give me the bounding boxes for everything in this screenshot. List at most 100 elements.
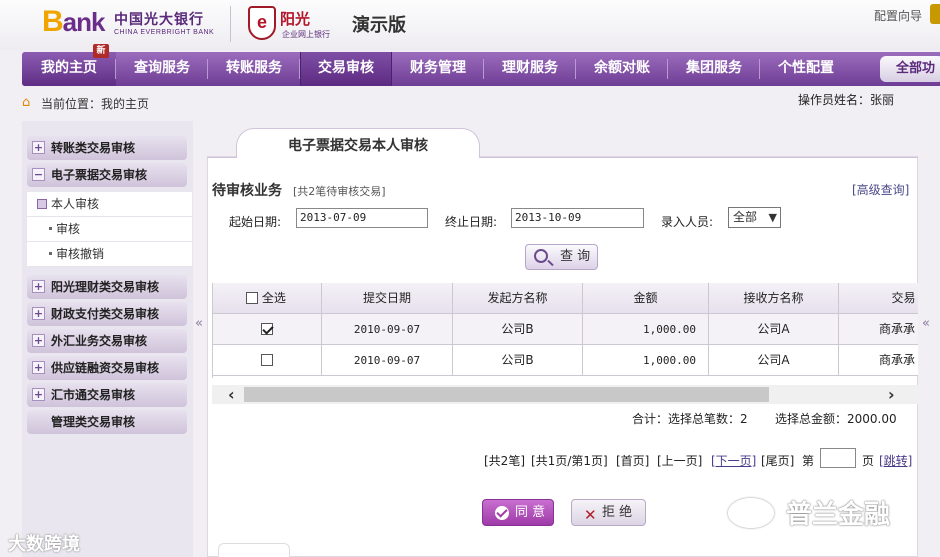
watermark-left: 大数跨境 [8, 534, 80, 555]
nav-item-query[interactable]: 查询服务 [116, 52, 208, 86]
pending-count: [共2笔待审核交易] [293, 185, 386, 198]
sidebar-group-transfer-audit[interactable]: + 转账类交易审核 [27, 136, 187, 160]
sidebar-item-self-audit[interactable]: 本人审核 [27, 192, 192, 217]
start-date-label: 起始日期: [229, 215, 282, 229]
check-circle-icon [495, 506, 509, 520]
expand-icon[interactable]: + [32, 307, 45, 320]
query-button[interactable]: 查 询 [525, 244, 598, 270]
table-row[interactable]: 2010-09-07 公司B 1,000.00 公司A 商承承 [213, 314, 918, 345]
close-icon: ✕ [584, 506, 597, 524]
collapse-icon[interactable]: − [32, 168, 45, 181]
cell-receiver: 公司A [709, 345, 839, 376]
col-receiver: 接收方名称 [709, 283, 839, 314]
sidebar-group-fx-market-audit[interactable]: + 汇市通交易审核 [27, 383, 187, 407]
expand-icon[interactable]: + [32, 280, 45, 293]
cell-amount: 1,000.00 [583, 345, 709, 376]
pager-next[interactable]: [下一页] [711, 452, 756, 469]
operator-name: 操作员姓名：张丽 [798, 93, 895, 107]
watermark-right: 普兰金融 [786, 500, 891, 530]
page-number-input[interactable] [820, 448, 856, 468]
expand-icon[interactable]: + [32, 361, 45, 374]
partner-name: 阳光 [280, 10, 311, 28]
scroll-left-icon[interactable]: ‹ [228, 385, 235, 404]
row-checkbox[interactable] [261, 354, 273, 366]
cell-type: 商承承 [839, 345, 918, 376]
cell-receiver: 公司A [709, 314, 839, 345]
agree-button[interactable]: 同 意 [482, 499, 554, 526]
collapse-right-icon[interactable]: « [922, 316, 930, 331]
sidebar-group-wealth-audit[interactable]: + 阳光理财类交易审核 [27, 275, 187, 299]
expand-icon[interactable]: + [32, 141, 45, 154]
nav-item-balance[interactable]: 余额对账 [576, 52, 668, 86]
pager-first[interactable]: [首页] [616, 452, 649, 469]
row-checkbox-cell[interactable] [213, 314, 322, 345]
nav-item-finance[interactable]: 财务管理 [392, 52, 484, 86]
bank-logo[interactable]: Bank [42, 6, 105, 38]
nav-item-personal[interactable]: 个性配置 [760, 52, 852, 86]
cell-amount: 1,000.00 [583, 314, 709, 345]
entry-user-label: 录入人员: [661, 215, 714, 229]
folder-icon [37, 199, 47, 209]
reject-button[interactable]: ✕ 拒 绝 [571, 499, 646, 526]
pager-page-info: [共1页/第1页] [531, 454, 608, 468]
cell-initiator: 公司B [453, 345, 583, 376]
sidebar-item-audit-revoke[interactable]: 审核撤销 [27, 242, 192, 267]
start-date-field[interactable]: 2013-07-09 [296, 208, 428, 228]
bottom-tab[interactable] [218, 543, 290, 557]
sidebar: + 转账类交易审核 − 电子票据交易审核 本人审核 审核 审核撤销 + 阳光理财类交易… [22, 121, 193, 557]
tab-bill-self-audit[interactable]: 电子票据交易本人审核 [236, 128, 480, 158]
table-hscrollbar[interactable]: ‹ › [212, 385, 918, 404]
nav-item-transfer[interactable]: 转账服务 [208, 52, 300, 86]
advanced-query-link[interactable]: [高级查询] [852, 181, 909, 198]
row-checkbox-cell[interactable] [213, 345, 322, 376]
end-date-field[interactable]: 2013-10-09 [511, 208, 644, 228]
select-all-checkbox[interactable] [246, 292, 258, 304]
home-icon[interactable]: ⌂ [22, 95, 30, 110]
partner-subtitle: 企业网上银行 [282, 30, 330, 39]
sidebar-item-audit[interactable]: 审核 [27, 217, 192, 242]
summary-count: 合计：选择总笔数：2 [632, 412, 748, 426]
pager-page-prefix: 第 [802, 454, 815, 468]
end-date-label: 终止日期: [445, 215, 498, 229]
scroll-right-icon[interactable]: › [888, 385, 895, 404]
all-functions-button[interactable]: 全部功 [880, 56, 940, 82]
chevron-down-icon: ▼ [768, 211, 777, 224]
wechat-icon [728, 498, 774, 528]
expand-icon[interactable]: + [32, 334, 45, 347]
search-icon [534, 249, 548, 263]
pager-prev[interactable]: [上一页] [657, 452, 702, 469]
header-divider [230, 6, 231, 42]
header-corner-icon[interactable] [930, 4, 940, 24]
entry-user-select[interactable]: 全部 ▼ [728, 207, 781, 228]
breadcrumb: 当前位置：我的主页 [41, 97, 150, 111]
partner-shield-icon: e [248, 6, 276, 40]
expand-icon[interactable]: + [32, 388, 45, 401]
select-all-cell[interactable]: 全选 [213, 283, 322, 314]
sidebar-group-fx-audit[interactable]: + 外汇业务交易审核 [27, 329, 187, 353]
pager-last[interactable]: [尾页] [761, 452, 794, 469]
col-initiator: 发起方名称 [453, 283, 583, 314]
config-wizard-link[interactable]: 配置向导 [874, 7, 922, 24]
scroll-thumb[interactable] [244, 387, 769, 402]
collapse-sidebar-icon[interactable]: « [195, 316, 203, 331]
cell-date: 2010-09-07 [322, 345, 453, 376]
sidebar-group-bill-audit[interactable]: − 电子票据交易审核 [27, 163, 187, 187]
table-header-row: 全选 提交日期 发起方名称 金额 接收方名称 交易 [213, 283, 918, 314]
pager-jump[interactable]: [跳转] [879, 452, 912, 469]
bullet-icon [49, 252, 52, 255]
nav-item-group[interactable]: 集团服务 [668, 52, 760, 86]
bullet-icon [49, 227, 52, 230]
sidebar-group-fiscal-audit[interactable]: + 财政支付类交易审核 [27, 302, 187, 326]
table-row[interactable]: 2010-09-07 公司B 1,000.00 公司A 商承承 [213, 345, 918, 376]
cell-date: 2010-09-07 [322, 314, 453, 345]
sidebar-group-admin-audit[interactable]: 管理类交易审核 [27, 410, 187, 434]
nav-item-audit[interactable]: 交易审核 [300, 52, 392, 86]
col-type: 交易 [839, 283, 918, 314]
row-checkbox-checked[interactable] [261, 323, 273, 335]
sidebar-group-supply-chain-audit[interactable]: + 供应链融资交易审核 [27, 356, 187, 380]
col-date: 提交日期 [322, 283, 453, 314]
nav-item-wealth[interactable]: 理财服务 [484, 52, 576, 86]
demo-label: 演示版 [352, 15, 406, 36]
col-amount: 金额 [583, 283, 709, 314]
transactions-table: 全选 提交日期 发起方名称 金额 接收方名称 交易 2010-09-07 公司B… [212, 283, 918, 378]
